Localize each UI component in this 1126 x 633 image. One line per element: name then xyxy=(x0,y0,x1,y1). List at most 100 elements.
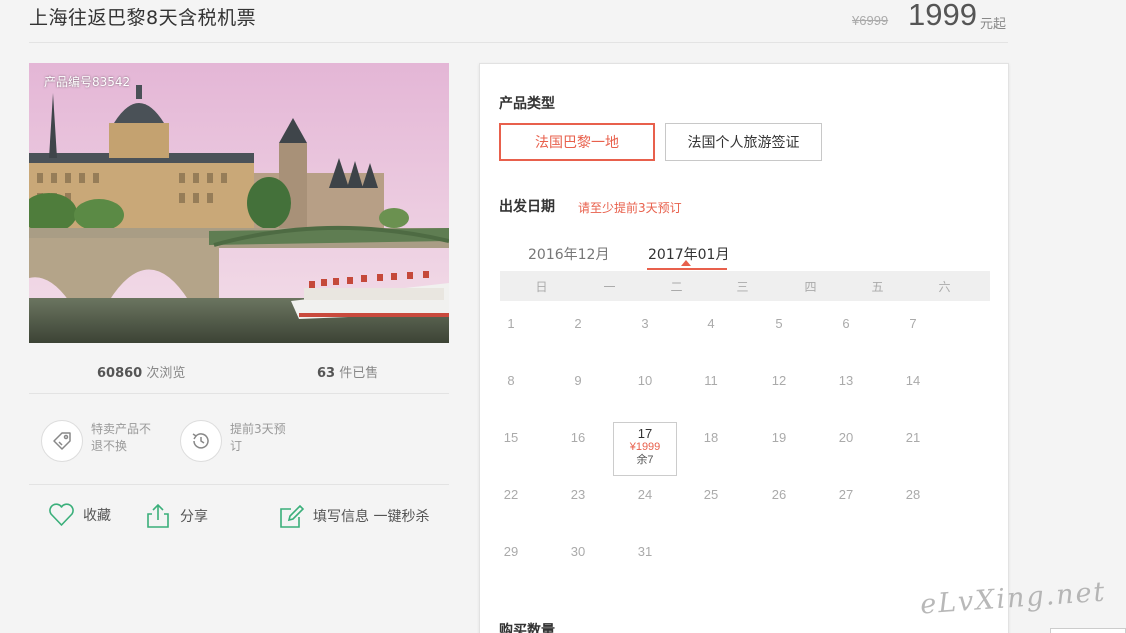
favorite-label: 收藏 xyxy=(83,508,111,524)
header-divider xyxy=(29,42,1008,43)
calendar-day-number: 27 xyxy=(838,487,854,502)
sold-count-number: 63 xyxy=(317,366,336,381)
month-tab-dec[interactable]: 2016年12月 xyxy=(528,244,609,264)
sold-count: 63 件已售 xyxy=(317,362,378,381)
edit-icon xyxy=(279,503,305,529)
calendar-day[interactable]: 18 xyxy=(679,422,743,476)
share-label: 分享 xyxy=(180,509,208,525)
calendar-day[interactable]: 6 xyxy=(814,308,878,362)
calendar-day-number: 12 xyxy=(771,373,787,388)
weekday-sat: 六 xyxy=(938,280,951,294)
type-option-visa[interactable]: 法国个人旅游签证 xyxy=(665,123,822,161)
calendar-day-number: 24 xyxy=(637,487,653,502)
calendar-day-number: 22 xyxy=(503,487,519,502)
fill-info-label: 填写信息 一键秒杀 xyxy=(313,509,430,525)
calendar-day-selected[interactable]: 17 ¥1999 余7 xyxy=(613,422,677,476)
month-tab-arrow xyxy=(681,260,691,266)
weekday-sun: 日 xyxy=(535,280,548,294)
calendar-day[interactable]: 3 xyxy=(613,308,677,362)
calendar-day-number: 19 xyxy=(771,430,787,445)
calendar-day-number: 28 xyxy=(905,487,921,502)
calendar-day[interactable]: 5 xyxy=(747,308,811,362)
clock-history-icon xyxy=(180,420,222,462)
calendar-day[interactable]: 8 xyxy=(479,365,543,419)
calendar-day[interactable]: 24 xyxy=(613,479,677,533)
calendar-day[interactable]: 16 xyxy=(546,422,610,476)
tag-icon xyxy=(41,420,83,462)
weekday-tue: 二 xyxy=(670,280,683,294)
calendar-day[interactable]: 2 xyxy=(546,308,610,362)
calendar-day[interactable]: 12 xyxy=(747,365,811,419)
calendar-day-number: 6 xyxy=(842,316,850,331)
calendar-day[interactable]: 31 xyxy=(613,536,677,590)
quantity-label: 购买数量 xyxy=(499,623,555,633)
calendar-day-number: 17 xyxy=(637,426,653,441)
calendar-day[interactable]: 15 xyxy=(479,422,543,476)
calendar-day-number: 20 xyxy=(838,430,854,445)
calendar-day[interactable]: 13 xyxy=(814,365,878,419)
calendar-day[interactable]: 1 xyxy=(479,308,543,362)
calendar-day[interactable]: 25 xyxy=(679,479,743,533)
original-price: ¥6999 xyxy=(852,13,889,28)
calendar-day[interactable]: 20 xyxy=(814,422,878,476)
calendar-day[interactable]: 27 xyxy=(814,479,878,533)
calendar-day-number: 13 xyxy=(838,373,854,388)
calendar-day[interactable]: 14 xyxy=(881,365,945,419)
heart-icon xyxy=(48,503,75,527)
corner-widget xyxy=(1050,628,1126,633)
favorite-button[interactable]: 收藏 xyxy=(48,503,111,527)
calendar-day-number: 8 xyxy=(507,373,515,388)
calendar-day-stock: 余7 xyxy=(636,454,654,466)
calendar-day-number: 11 xyxy=(704,373,718,388)
share-button[interactable]: 分享 xyxy=(146,503,208,529)
month-tab-underline xyxy=(647,268,727,270)
badge-text: 特卖产品不退不换 xyxy=(91,422,152,453)
departure-hint: 请至少提前3天预订 xyxy=(578,201,682,215)
calendar-day-number: 29 xyxy=(503,544,519,559)
calendar-day-number: 21 xyxy=(905,430,921,445)
calendar-day[interactable]: 29 xyxy=(479,536,543,590)
calendar-day[interactable]: 19 xyxy=(747,422,811,476)
weekday-wed: 三 xyxy=(736,280,749,294)
weekday-fri: 五 xyxy=(871,280,884,294)
badge-text: 提前3天预订 xyxy=(230,422,286,453)
product-photo: 产品编号83542 xyxy=(29,63,449,343)
calendar-day[interactable]: 7 xyxy=(881,308,945,362)
calendar-day[interactable]: 26 xyxy=(747,479,811,533)
price-unit: 元起 xyxy=(980,17,1007,32)
calendar-day-number: 26 xyxy=(771,487,787,502)
calendar-day-number: 4 xyxy=(707,316,715,331)
calendar-day[interactable]: 28 xyxy=(881,479,945,533)
calendar-day[interactable]: 23 xyxy=(546,479,610,533)
fill-info-button[interactable]: 填写信息 一键秒杀 xyxy=(279,503,429,529)
current-price: 1999 xyxy=(908,0,977,32)
paris-river-scene xyxy=(29,63,449,343)
calendar-weekday-header: 日 一 二 三 四 五 六 xyxy=(500,271,990,301)
calendar-day[interactable]: 9 xyxy=(546,365,610,419)
calendar-day[interactable]: 22 xyxy=(479,479,543,533)
weekday-mon: 一 xyxy=(603,280,616,294)
calendar-day-number: 1 xyxy=(507,316,515,331)
calendar-day[interactable]: 30 xyxy=(546,536,610,590)
sold-count-label: 件已售 xyxy=(339,366,379,381)
calendar-day-number: 16 xyxy=(570,430,586,445)
calendar-day[interactable]: 21 xyxy=(881,422,945,476)
calendar-day-number: 30 xyxy=(570,544,586,559)
view-count-number: 60860 xyxy=(97,366,143,381)
type-option-paris[interactable]: 法国巴黎一地 xyxy=(499,123,655,161)
product-code: 产品编号83542 xyxy=(44,75,131,89)
stats-divider xyxy=(29,393,449,394)
calendar-day-number: 10 xyxy=(637,373,653,388)
advance-booking-badge: 提前3天预订 xyxy=(180,420,292,462)
calendar-day[interactable]: 4 xyxy=(679,308,743,362)
calendar-day-number: 9 xyxy=(574,373,582,388)
calendar-day-number: 5 xyxy=(775,316,783,331)
calendar-day-number: 14 xyxy=(905,373,921,388)
departure-date-label: 出发日期 xyxy=(499,199,555,215)
calendar-day-price: ¥1999 xyxy=(629,441,661,453)
calendar-day[interactable]: 11 xyxy=(679,365,743,419)
product-type-label: 产品类型 xyxy=(499,96,555,112)
calendar-day-number: 7 xyxy=(909,316,917,331)
calendar-day[interactable]: 10 xyxy=(613,365,677,419)
calendar-day-number: 31 xyxy=(637,544,653,559)
